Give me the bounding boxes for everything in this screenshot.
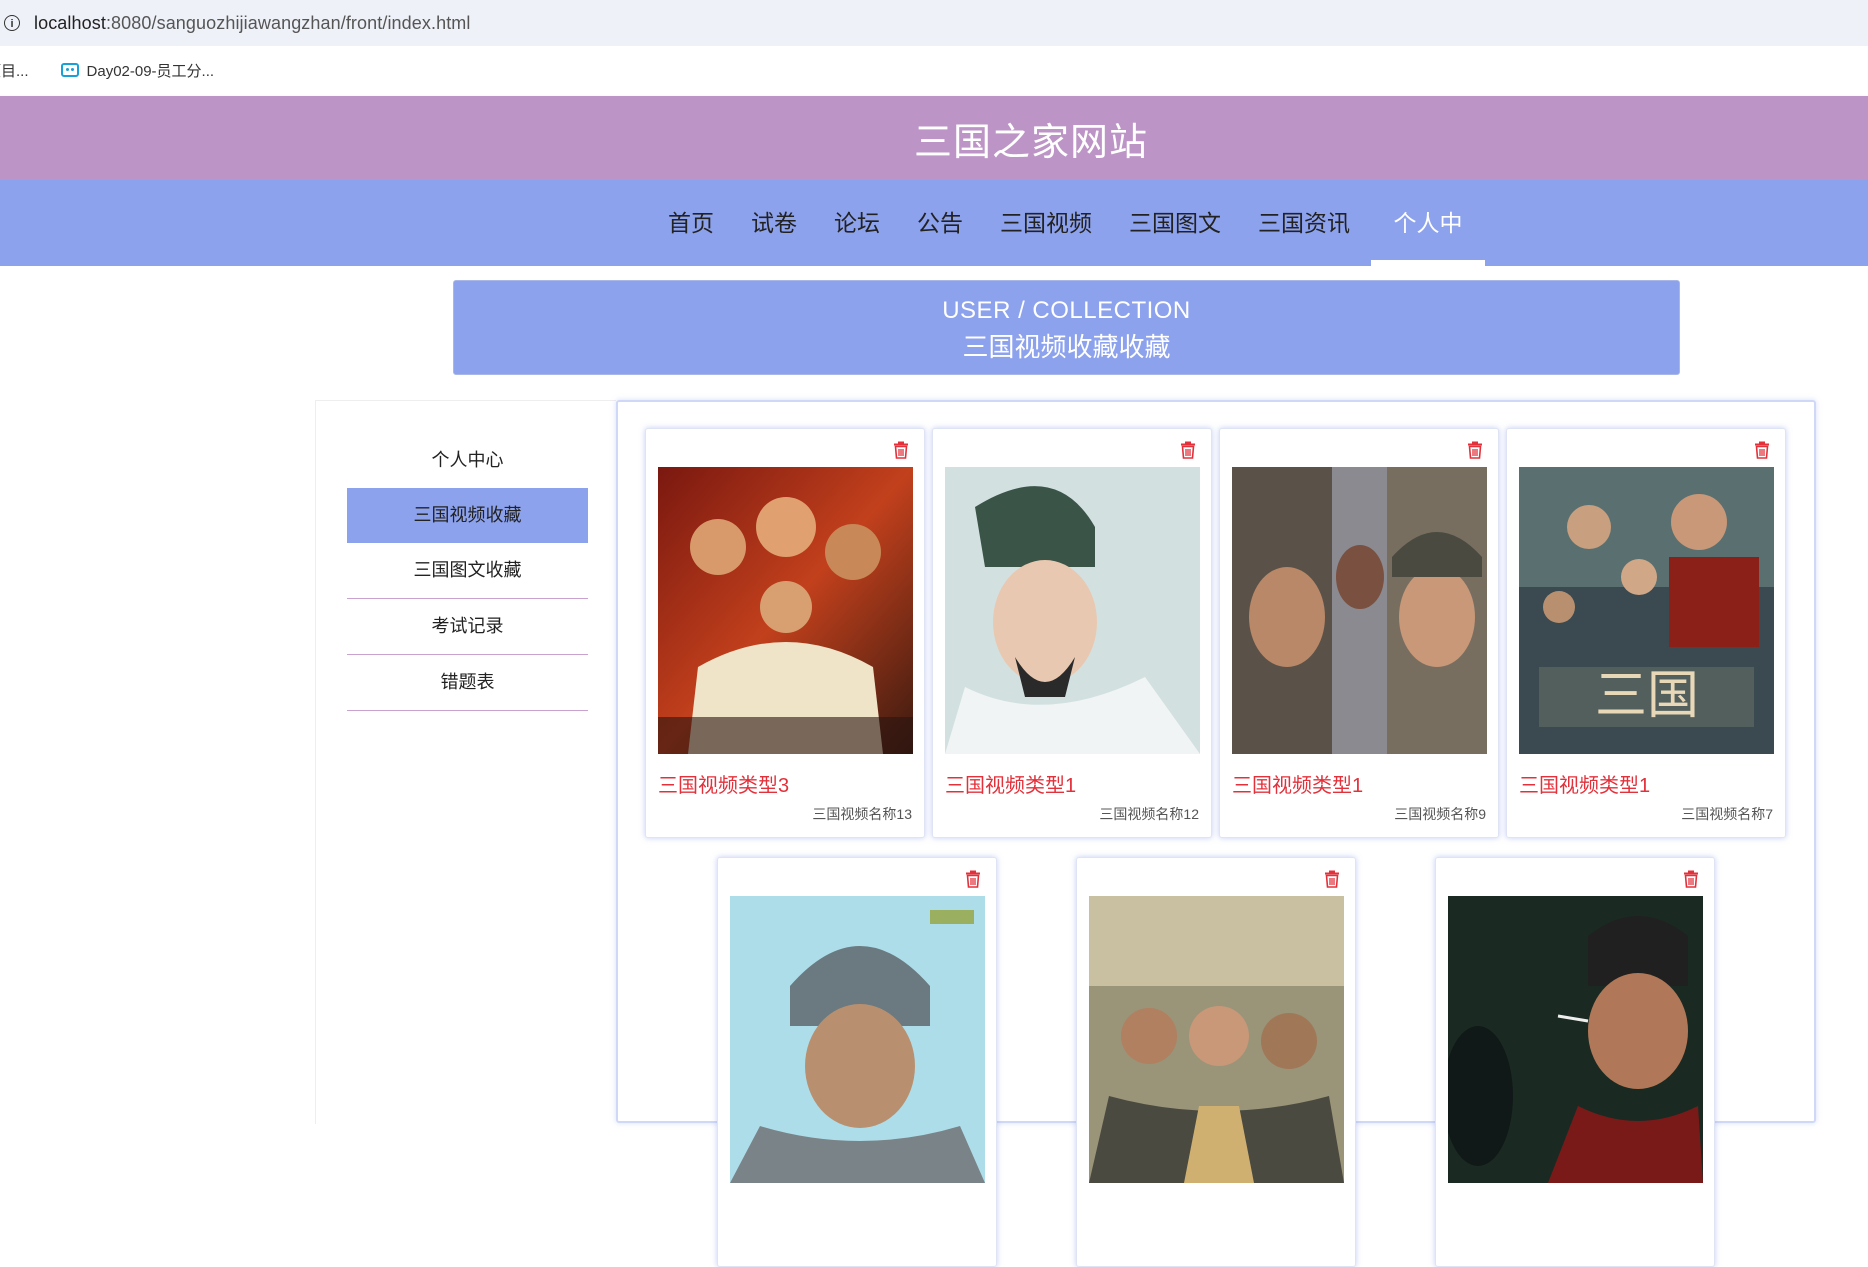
video-type: 三国视频类型3 — [658, 775, 790, 797]
video-name: 三国视频名称9 — [1394, 806, 1486, 822]
trash-icon[interactable] — [1753, 441, 1771, 459]
bilibili-icon — [60, 63, 79, 77]
collection-card[interactable] — [1076, 857, 1356, 1267]
video-thumbnail[interactable] — [730, 896, 985, 1183]
bookmark-label: 项目... — [0, 62, 29, 80]
nav-video[interactable]: 三国视频 — [984, 180, 1108, 266]
svg-text:三国: 三国 — [1595, 666, 1699, 726]
video-thumbnail[interactable]: 三国 — [1519, 467, 1774, 754]
nav-user-center[interactable]: 个人中心 — [1371, 180, 1485, 322]
side-item-user-center[interactable]: 个人中心 — [347, 433, 588, 488]
collection-card[interactable]: 三国视频类型1 三国视频名称12 — [932, 428, 1212, 838]
collection-card[interactable]: 三国 三国视频类型1 三国视频名称7 — [1506, 428, 1786, 838]
bookmarks-bar: 项目... Day02-09-员工分... — [0, 46, 1868, 94]
banner-title: 三国视频收藏收藏 — [962, 332, 1171, 362]
video-thumbnail[interactable] — [1089, 896, 1344, 1183]
url-path: :8080/sanguozhijiawangzhan/front/index.h… — [105, 12, 471, 33]
video-thumbnail[interactable] — [1448, 896, 1703, 1183]
trash-icon[interactable] — [964, 870, 982, 888]
side-item-wrong-questions[interactable]: 错题表 — [347, 655, 588, 711]
video-thumbnail[interactable] — [1232, 467, 1487, 754]
site-title: 三国之家网站 — [913, 121, 1148, 164]
main-nav: 首页 试卷 论坛 公告 三国视频 三国图文 三国资讯 个人中心 — [0, 180, 1868, 322]
side-item-exam-records[interactable]: 考试记录 — [347, 599, 588, 655]
side-menu: 个人中心 三国视频收藏 三国图文收藏 考试记录 错题表 — [347, 433, 588, 711]
side-item-video-collection[interactable]: 三国视频收藏 — [347, 488, 588, 543]
bookmark-item[interactable]: 项目... — [0, 60, 29, 81]
video-name: 三国视频名称12 — [1099, 806, 1199, 822]
video-type: 三国视频类型1 — [1519, 775, 1651, 797]
nav-news[interactable]: 三国资讯 — [1242, 180, 1366, 266]
trash-icon[interactable] — [1179, 441, 1197, 459]
video-name: 三国视频名称7 — [1681, 806, 1773, 822]
collection-card[interactable]: 三国视频类型1 三国视频名称9 — [1219, 428, 1499, 838]
address-bar[interactable]: i localhost:8080/sanguozhijiawangzhan/fr… — [0, 0, 1868, 46]
nav-home[interactable]: 首页 — [652, 180, 730, 266]
url-host: localhost — [34, 12, 106, 33]
video-type: 三国视频类型1 — [1232, 775, 1364, 797]
video-thumbnail[interactable] — [945, 467, 1200, 754]
site-header: 三国之家网站 — [0, 96, 1868, 180]
trash-icon[interactable] — [1466, 441, 1484, 459]
trash-icon[interactable] — [1323, 870, 1341, 888]
collection-card[interactable]: 三国视频类型3 三国视频名称13 — [645, 428, 925, 838]
side-item-article-collection[interactable]: 三国图文收藏 — [347, 543, 588, 599]
collection-card[interactable] — [717, 857, 997, 1267]
side-panel: 个人中心 三国视频收藏 三国图文收藏 考试记录 错题表 — [315, 400, 616, 1124]
nav-notice[interactable]: 公告 — [901, 180, 979, 266]
url-text[interactable]: localhost:8080/sanguozhijiawangzhan/fron… — [34, 13, 471, 34]
trash-icon[interactable] — [892, 441, 910, 459]
video-thumbnail[interactable] — [658, 467, 913, 754]
video-type: 三国视频类型1 — [945, 775, 1077, 797]
bookmark-label: Day02-09-员工分... — [86, 62, 215, 80]
nav-article[interactable]: 三国图文 — [1113, 180, 1237, 266]
banner-subtitle: USER / COLLECTION — [942, 297, 1191, 324]
bookmark-item[interactable]: Day02-09-员工分... — [60, 60, 215, 81]
collection-card[interactable] — [1435, 857, 1715, 1267]
nav-forum[interactable]: 论坛 — [818, 180, 896, 266]
site-info-icon[interactable]: i — [4, 15, 20, 31]
trash-icon[interactable] — [1682, 870, 1700, 888]
page-banner: USER / COLLECTION 三国视频收藏收藏 — [453, 280, 1680, 375]
video-name: 三国视频名称13 — [812, 806, 912, 822]
nav-exam[interactable]: 试卷 — [735, 180, 813, 266]
